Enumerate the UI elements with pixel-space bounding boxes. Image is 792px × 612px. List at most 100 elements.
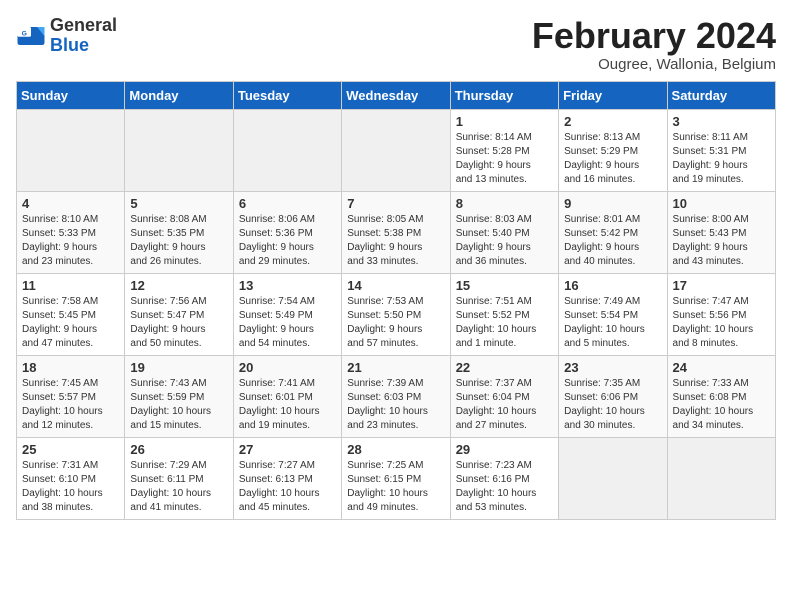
day-number: 29 bbox=[456, 442, 553, 457]
day-info: Sunrise: 7:43 AM Sunset: 5:59 PM Dayligh… bbox=[130, 377, 227, 433]
calendar-cell: 7Sunrise: 8:05 AM Sunset: 5:38 PM Daylig… bbox=[342, 191, 450, 273]
calendar-cell: 8Sunrise: 8:03 AM Sunset: 5:40 PM Daylig… bbox=[450, 191, 558, 273]
header-row: SundayMondayTuesdayWednesdayThursdayFrid… bbox=[17, 81, 776, 109]
day-info: Sunrise: 7:58 AM Sunset: 5:45 PM Dayligh… bbox=[22, 295, 119, 351]
calendar-week: 25 Sunrise: 7:31 AM Sunset: 6:10 PM Dayli… bbox=[17, 437, 776, 519]
day-number: 13 bbox=[239, 278, 336, 293]
day-info: Sunrise: 7:33 AM Sunset: 6:08 PM Dayligh… bbox=[673, 377, 770, 433]
calendar-cell: 20 Sunrise: 7:41 AM Sunset: 6:01 PM Dayli… bbox=[233, 355, 341, 437]
svg-text:G: G bbox=[22, 30, 27, 37]
day-header: Friday bbox=[559, 81, 667, 109]
day-number: 5 bbox=[130, 196, 227, 211]
calendar-cell: 9 Sunrise: 8:01 AM Sunset: 5:42 PM Daylig… bbox=[559, 191, 667, 273]
day-number: 14 bbox=[347, 278, 444, 293]
calendar-cell bbox=[667, 437, 775, 519]
day-header: Thursday bbox=[450, 81, 558, 109]
day-info: Sunrise: 7:37 AM Sunset: 6:04 PM Dayligh… bbox=[456, 377, 553, 433]
calendar-cell: 22 Sunrise: 7:37 AM Sunset: 6:04 PM Dayli… bbox=[450, 355, 558, 437]
calendar-cell: 16 Sunrise: 7:49 AM Sunset: 5:54 PM Dayli… bbox=[559, 273, 667, 355]
day-header: Monday bbox=[125, 81, 233, 109]
day-header: Wednesday bbox=[342, 81, 450, 109]
day-number: 25 bbox=[22, 442, 119, 457]
title-area: February 2024 Ougree, Wallonia, Belgium bbox=[532, 16, 776, 73]
day-info: Sunrise: 8:01 AM Sunset: 5:42 PM Dayligh… bbox=[564, 213, 661, 269]
day-number: 23 bbox=[564, 360, 661, 375]
logo: G General Blue bbox=[16, 16, 117, 56]
day-info: Sunrise: 7:39 AM Sunset: 6:03 PM Dayligh… bbox=[347, 377, 444, 433]
subtitle: Ougree, Wallonia, Belgium bbox=[532, 56, 776, 73]
calendar-cell: 14 Sunrise: 7:53 AM Sunset: 5:50 PM Dayli… bbox=[342, 273, 450, 355]
day-info: Sunrise: 7:23 AM Sunset: 6:16 PM Dayligh… bbox=[456, 459, 553, 515]
calendar-cell: 15 Sunrise: 7:51 AM Sunset: 5:52 PM Dayli… bbox=[450, 273, 558, 355]
calendar-cell bbox=[233, 109, 341, 191]
calendar-cell: 23 Sunrise: 7:35 AM Sunset: 6:06 PM Dayli… bbox=[559, 355, 667, 437]
header: G General Blue February 2024 Ougree, Wal… bbox=[16, 16, 776, 73]
calendar-cell: 6 Sunrise: 8:06 AM Sunset: 5:36 PM Daylig… bbox=[233, 191, 341, 273]
calendar-cell bbox=[559, 437, 667, 519]
calendar-cell: 17 Sunrise: 7:47 AM Sunset: 5:56 PM Dayli… bbox=[667, 273, 775, 355]
day-number: 27 bbox=[239, 442, 336, 457]
day-info: Sunrise: 7:31 AM Sunset: 6:10 PM Dayligh… bbox=[22, 459, 119, 515]
calendar-cell: 2 Sunrise: 8:13 AM Sunset: 5:29 PM Daylig… bbox=[559, 109, 667, 191]
day-number: 19 bbox=[130, 360, 227, 375]
calendar-cell: 28 Sunrise: 7:25 AM Sunset: 6:15 PM Dayli… bbox=[342, 437, 450, 519]
day-info: Sunrise: 7:35 AM Sunset: 6:06 PM Dayligh… bbox=[564, 377, 661, 433]
calendar-week: 11 Sunrise: 7:58 AM Sunset: 5:45 PM Dayli… bbox=[17, 273, 776, 355]
day-info: Sunrise: 7:53 AM Sunset: 5:50 PM Dayligh… bbox=[347, 295, 444, 351]
calendar-cell: 25 Sunrise: 7:31 AM Sunset: 6:10 PM Dayli… bbox=[17, 437, 125, 519]
calendar-cell bbox=[17, 109, 125, 191]
calendar-cell: 19 Sunrise: 7:43 AM Sunset: 5:59 PM Dayli… bbox=[125, 355, 233, 437]
calendar-table: SundayMondayTuesdayWednesdayThursdayFrid… bbox=[16, 81, 776, 520]
day-info: Sunrise: 7:41 AM Sunset: 6:01 PM Dayligh… bbox=[239, 377, 336, 433]
day-number: 9 bbox=[564, 196, 661, 211]
day-info: Sunrise: 8:00 AM Sunset: 5:43 PM Dayligh… bbox=[673, 213, 770, 269]
calendar-cell: 24 Sunrise: 7:33 AM Sunset: 6:08 PM Dayli… bbox=[667, 355, 775, 437]
logo-icon: G bbox=[16, 21, 46, 51]
day-number: 16 bbox=[564, 278, 661, 293]
day-number: 17 bbox=[673, 278, 770, 293]
day-info: Sunrise: 7:54 AM Sunset: 5:49 PM Dayligh… bbox=[239, 295, 336, 351]
calendar-cell: 4 Sunrise: 8:10 AM Sunset: 5:33 PM Daylig… bbox=[17, 191, 125, 273]
day-number: 1 bbox=[456, 114, 553, 129]
day-info: Sunrise: 7:49 AM Sunset: 5:54 PM Dayligh… bbox=[564, 295, 661, 351]
day-info: Sunrise: 7:51 AM Sunset: 5:52 PM Dayligh… bbox=[456, 295, 553, 351]
day-info: Sunrise: 8:03 AM Sunset: 5:40 PM Dayligh… bbox=[456, 213, 553, 269]
day-header: Saturday bbox=[667, 81, 775, 109]
day-number: 10 bbox=[673, 196, 770, 211]
day-number: 24 bbox=[673, 360, 770, 375]
day-number: 4 bbox=[22, 196, 119, 211]
calendar-cell: 12 Sunrise: 7:56 AM Sunset: 5:47 PM Dayli… bbox=[125, 273, 233, 355]
day-number: 11 bbox=[22, 278, 119, 293]
day-number: 12 bbox=[130, 278, 227, 293]
day-info: Sunrise: 8:05 AM Sunset: 5:38 PM Dayligh… bbox=[347, 213, 444, 269]
logo-general: General bbox=[50, 16, 117, 36]
calendar-cell: 13 Sunrise: 7:54 AM Sunset: 5:49 PM Dayli… bbox=[233, 273, 341, 355]
day-number: 20 bbox=[239, 360, 336, 375]
calendar-cell: 29 Sunrise: 7:23 AM Sunset: 6:16 PM Dayli… bbox=[450, 437, 558, 519]
day-header: Tuesday bbox=[233, 81, 341, 109]
calendar-cell: 26Sunrise: 7:29 AM Sunset: 6:11 PM Dayli… bbox=[125, 437, 233, 519]
day-header: Sunday bbox=[17, 81, 125, 109]
day-number: 21 bbox=[347, 360, 444, 375]
calendar-week: 1Sunrise: 8:14 AM Sunset: 5:28 PM Daylig… bbox=[17, 109, 776, 191]
day-number: 2 bbox=[564, 114, 661, 129]
day-info: Sunrise: 8:13 AM Sunset: 5:29 PM Dayligh… bbox=[564, 131, 661, 187]
day-number: 18 bbox=[22, 360, 119, 375]
day-info: Sunrise: 7:25 AM Sunset: 6:15 PM Dayligh… bbox=[347, 459, 444, 515]
day-info: Sunrise: 7:27 AM Sunset: 6:13 PM Dayligh… bbox=[239, 459, 336, 515]
calendar-cell: 3Sunrise: 8:11 AM Sunset: 5:31 PM Daylig… bbox=[667, 109, 775, 191]
day-number: 22 bbox=[456, 360, 553, 375]
calendar-cell: 5 Sunrise: 8:08 AM Sunset: 5:35 PM Daylig… bbox=[125, 191, 233, 273]
day-info: Sunrise: 7:56 AM Sunset: 5:47 PM Dayligh… bbox=[130, 295, 227, 351]
calendar-cell: 27 Sunrise: 7:27 AM Sunset: 6:13 PM Dayli… bbox=[233, 437, 341, 519]
calendar-cell: 10 Sunrise: 8:00 AM Sunset: 5:43 PM Dayli… bbox=[667, 191, 775, 273]
day-info: Sunrise: 8:10 AM Sunset: 5:33 PM Dayligh… bbox=[22, 213, 119, 269]
day-info: Sunrise: 7:47 AM Sunset: 5:56 PM Dayligh… bbox=[673, 295, 770, 351]
day-number: 6 bbox=[239, 196, 336, 211]
day-info: Sunrise: 7:45 AM Sunset: 5:57 PM Dayligh… bbox=[22, 377, 119, 433]
calendar-cell bbox=[342, 109, 450, 191]
day-number: 28 bbox=[347, 442, 444, 457]
day-number: 15 bbox=[456, 278, 553, 293]
day-info: Sunrise: 8:08 AM Sunset: 5:35 PM Dayligh… bbox=[130, 213, 227, 269]
day-info: Sunrise: 8:06 AM Sunset: 5:36 PM Dayligh… bbox=[239, 213, 336, 269]
